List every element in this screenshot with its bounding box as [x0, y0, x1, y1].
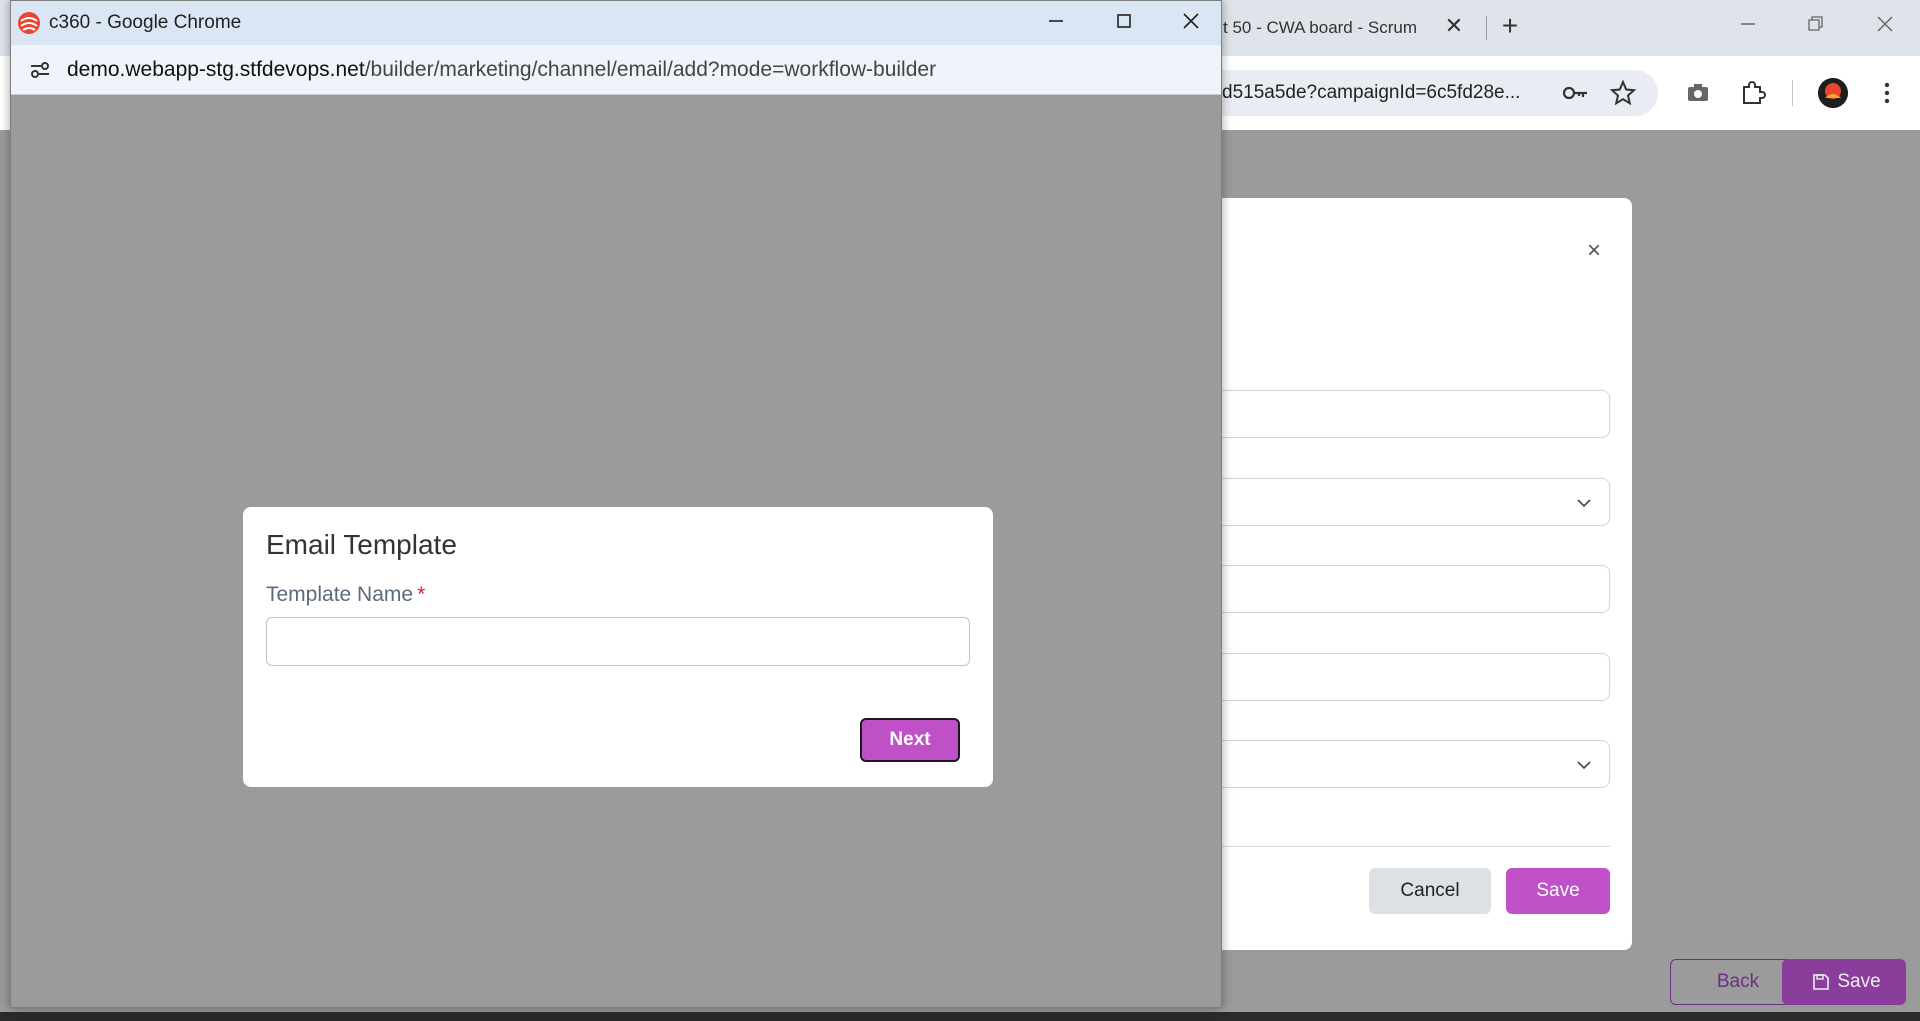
restore-icon[interactable]	[1801, 10, 1831, 44]
popup-window: c360 - Google Chrome demo.webapp-stg.stf…	[10, 0, 1222, 1008]
background-url-text[interactable]: d515a5de?campaignId=6c5fd28e...	[1222, 82, 1544, 104]
taskbar	[0, 1012, 1920, 1021]
required-marker: *	[417, 583, 426, 606]
url-host: demo.webapp-stg.stfdevops.net	[67, 58, 365, 81]
app-favicon-icon	[17, 11, 41, 35]
popup-title-bar[interactable]: c360 - Google Chrome	[11, 1, 1221, 45]
popup-url[interactable]: demo.webapp-stg.stfdevops.net/builder/ma…	[67, 58, 936, 82]
cancel-button[interactable]: Cancel	[1369, 868, 1491, 914]
tab-separator	[1486, 16, 1487, 40]
tab-close-icon[interactable]: ✕	[1442, 14, 1466, 38]
next-button[interactable]: Next	[860, 718, 960, 762]
floppy-disk-icon	[1813, 974, 1829, 990]
template-name-label: Template Name *	[266, 583, 425, 607]
save-button[interactable]: Save	[1506, 868, 1610, 914]
popup-address-bar[interactable]: demo.webapp-stg.stfdevops.net/builder/ma…	[11, 45, 1221, 95]
popup-maximize-icon[interactable]	[1104, 6, 1144, 40]
key-icon[interactable]	[1560, 78, 1590, 108]
new-tab-icon[interactable]: +	[1496, 12, 1524, 40]
email-template-dialog: Email Template Template Name * Next	[243, 507, 993, 787]
page-save-button[interactable]: Save	[1782, 959, 1906, 1005]
popup-window-title: c360 - Google Chrome	[49, 12, 242, 33]
chevron-down-icon	[1577, 761, 1591, 770]
template-name-label-text: Template Name	[266, 583, 414, 606]
template-name-input[interactable]	[266, 617, 970, 666]
page-save-label: Save	[1837, 971, 1881, 992]
popup-minimize-icon[interactable]	[1036, 6, 1076, 40]
camera-icon[interactable]	[1683, 78, 1713, 108]
site-info-icon[interactable]	[27, 57, 53, 83]
chevron-down-icon	[1577, 499, 1591, 508]
more-menu-icon[interactable]	[1872, 78, 1902, 108]
modal-close-icon[interactable]: ×	[1583, 238, 1605, 264]
extensions-icon[interactable]	[1738, 78, 1768, 108]
window-close-icon[interactable]	[1870, 10, 1900, 44]
popup-close-icon[interactable]	[1171, 6, 1211, 40]
dialog-title: Email Template	[266, 529, 457, 560]
minimize-icon[interactable]	[1733, 10, 1763, 44]
profile-avatar[interactable]	[1818, 78, 1848, 108]
toolbar-separator	[1792, 80, 1793, 106]
background-tab-title[interactable]: t 50 - CWA board - Scrum	[1223, 18, 1428, 38]
star-icon[interactable]	[1608, 78, 1638, 108]
popup-page-overlay: Email Template Template Name * Next	[11, 95, 1221, 1007]
url-path: /builder/marketing/channel/email/add?mod…	[364, 58, 937, 81]
